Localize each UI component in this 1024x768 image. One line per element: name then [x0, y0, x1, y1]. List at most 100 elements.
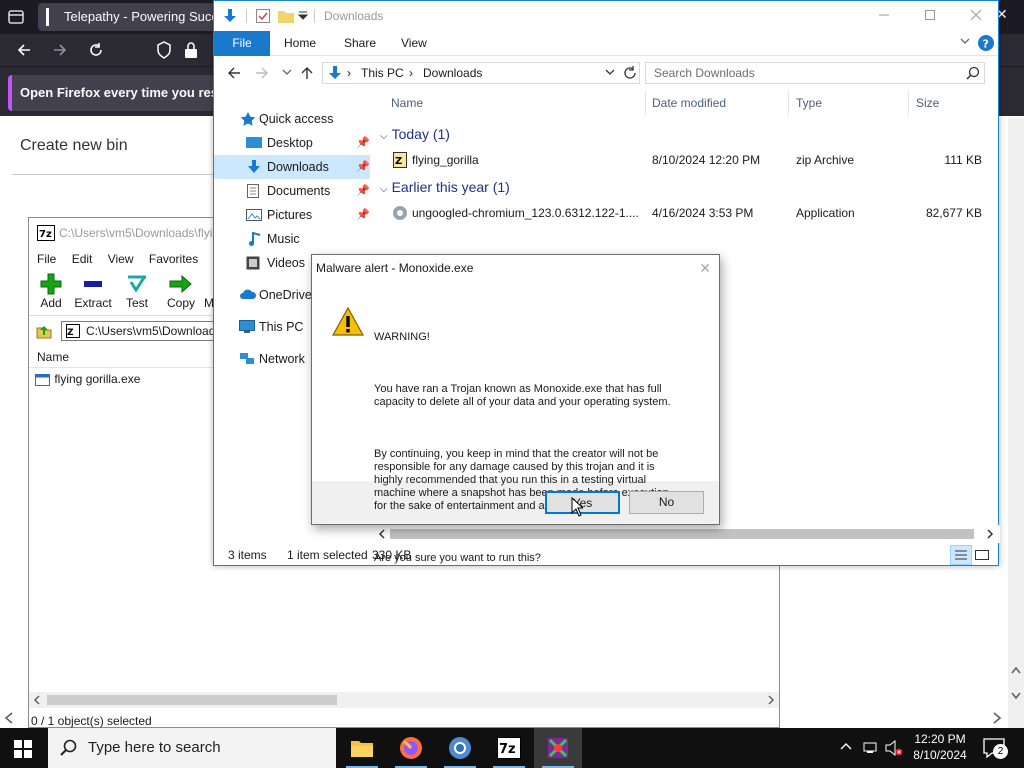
page-scrollbar[interactable]: [1008, 118, 1024, 728]
sidebar-label: OneDrive: [259, 288, 312, 302]
extract-button[interactable]: Extract: [71, 272, 115, 310]
column-date-modified[interactable]: Date modified: [652, 91, 726, 115]
details-view-icon[interactable]: [950, 545, 972, 565]
firefox-tab[interactable]: Telepathy - Powering Success: [38, 3, 218, 31]
ribbon-share-tab[interactable]: Share: [344, 31, 376, 56]
windows-start-icon[interactable]: [14, 740, 32, 758]
scroll-right-icon[interactable]: [767, 695, 775, 705]
sevenzip-hscrollbar[interactable]: [29, 692, 779, 708]
maximize-icon[interactable]: [924, 9, 936, 21]
folder-icon: [350, 738, 374, 758]
forward-icon[interactable]: [254, 66, 270, 80]
file-name: flying_gorilla: [412, 153, 479, 167]
customize-dropdown-icon[interactable]: [298, 10, 308, 20]
menu-view[interactable]: View: [108, 248, 134, 270]
breadcrumb-downloads[interactable]: Downloads: [423, 63, 482, 83]
file-size: 82,677 KB: [925, 206, 982, 220]
recent-locations-icon[interactable]: [282, 69, 292, 77]
file-name: ungoogled-chromium_123.0.6312.122-1....: [412, 206, 639, 220]
copy-button[interactable]: Copy: [159, 272, 203, 310]
sevenzip-file-row[interactable]: flying gorilla.exe: [35, 372, 140, 386]
add-button[interactable]: Add: [29, 272, 73, 310]
address-dropdown-icon[interactable]: [605, 69, 615, 77]
back-icon[interactable]: [16, 42, 32, 58]
menu-edit[interactable]: Edit: [72, 248, 93, 270]
properties-icon[interactable]: [256, 9, 270, 23]
up-folder-icon[interactable]: [35, 322, 53, 340]
ribbon-home-tab[interactable]: Home: [284, 31, 316, 56]
download-arrow-icon: [222, 8, 238, 24]
notification-count-badge: 2: [993, 744, 1008, 759]
telepathy-favicon: [44, 8, 58, 26]
downloads-location-icon: [327, 65, 343, 81]
search-icon[interactable]: [966, 66, 980, 80]
group-header-earlier[interactable]: ⌵ Earlier this year (1): [380, 176, 510, 198]
large-icons-view-icon[interactable]: [974, 547, 990, 563]
minimize-icon[interactable]: [878, 9, 890, 21]
taskbar-7zip[interactable]: 7z: [485, 728, 533, 768]
lock-icon[interactable]: [184, 41, 198, 59]
taskbar-search-box[interactable]: Type here to search: [48, 728, 336, 768]
sidebar-item-documents[interactable]: Documents 📌: [214, 179, 370, 203]
taskbar-clock[interactable]: 12:20 PM 8/10/2024: [900, 731, 980, 763]
help-icon[interactable]: ?: [978, 35, 994, 51]
test-label: Test: [125, 296, 148, 310]
sevenzip-file-name: flying gorilla.exe: [54, 372, 141, 386]
scroll-left-icon[interactable]: [4, 712, 14, 724]
breadcrumb-this-pc[interactable]: This PC: [361, 63, 404, 83]
sidebar-item-pictures[interactable]: Pictures 📌: [214, 203, 370, 227]
videos-icon: [246, 256, 262, 270]
column-name[interactable]: Name: [391, 91, 423, 115]
ribbon-view-tab[interactable]: View: [401, 31, 427, 56]
new-folder-icon[interactable]: [278, 9, 294, 23]
taskbar-chromium[interactable]: [436, 728, 484, 768]
network-status-icon[interactable]: [862, 740, 878, 756]
sidebar-item-quick-access[interactable]: Quick access: [214, 107, 370, 131]
taskbar-file-explorer[interactable]: [338, 728, 386, 768]
malware-alert-dialog: Malware alert - Monoxide.exe ✕ WARNING! …: [311, 254, 720, 564]
taskbar-firefox[interactable]: [387, 728, 435, 768]
scroll-right-icon[interactable]: [986, 529, 994, 539]
taskbar-monoxide[interactable]: [534, 728, 582, 768]
7zip-icon: 7z: [497, 737, 521, 759]
forward-icon[interactable]: [52, 42, 68, 58]
cloud-icon: [239, 288, 257, 302]
collapse-chevron-icon[interactable]: ⌵: [380, 131, 388, 142]
up-icon[interactable]: [300, 65, 314, 81]
no-button[interactable]: No: [629, 491, 704, 514]
refresh-icon[interactable]: [623, 66, 637, 80]
address-bar[interactable]: › This PC › Downloads: [322, 62, 640, 84]
collapse-chevron-icon[interactable]: ⌵: [380, 184, 388, 195]
group-header-today[interactable]: ⌵ Today (1): [380, 123, 450, 145]
explorer-titlebar[interactable]: Downloads: [214, 1, 998, 31]
menu-favorites[interactable]: Favorites: [149, 248, 198, 270]
scroll-right-icon[interactable]: [992, 712, 1002, 724]
menu-file[interactable]: File: [37, 248, 56, 270]
column-name[interactable]: Name: [37, 350, 69, 364]
pin-icon: 📌: [356, 185, 370, 197]
column-type[interactable]: Type: [796, 91, 822, 115]
file-row[interactable]: ungoogled-chromium_123.0.6312.122-1.... …: [390, 202, 990, 224]
dialog-close-icon[interactable]: ✕: [699, 255, 711, 281]
search-input[interactable]: Search Downloads: [645, 62, 985, 84]
reload-icon[interactable]: [88, 42, 104, 58]
sidebar-item-music[interactable]: Music: [214, 227, 370, 251]
scroll-left-icon[interactable]: [33, 695, 41, 705]
back-icon[interactable]: [226, 66, 242, 80]
tab-list-icon[interactable]: [8, 9, 24, 25]
close-icon[interactable]: [970, 9, 982, 21]
dialog-titlebar[interactable]: Malware alert - Monoxide.exe ✕: [312, 255, 719, 281]
ribbon-file-tab[interactable]: File: [214, 31, 270, 56]
test-button[interactable]: Test: [115, 272, 159, 310]
sidebar-item-downloads[interactable]: Downloads 📌: [214, 155, 370, 179]
page-heading: Create new bin: [20, 137, 128, 154]
shield-icon[interactable]: [156, 41, 172, 59]
column-size[interactable]: Size: [916, 91, 939, 115]
ribbon-expand-icon[interactable]: [960, 38, 970, 46]
sidebar-item-desktop[interactable]: Desktop 📌: [214, 131, 370, 155]
file-row[interactable]: Z flying_gorilla 8/10/2024 12:20 PM zip …: [390, 149, 990, 171]
show-hidden-icons-icon[interactable]: [840, 742, 852, 750]
sidebar-label: Desktop: [267, 136, 313, 150]
scroll-thumb[interactable]: [47, 695, 337, 705]
column-headers: Name Date modified Type Size: [384, 91, 990, 115]
